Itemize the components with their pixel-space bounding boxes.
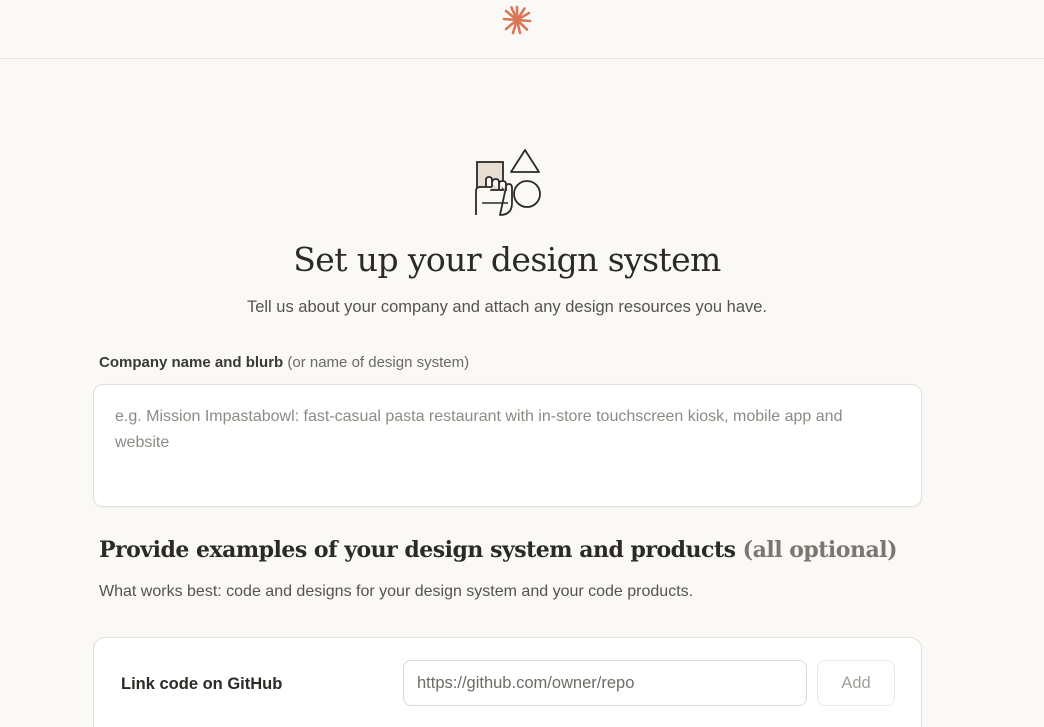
github-url-input[interactable] (403, 660, 807, 706)
company-field-label: Company name and blurb (or name of desig… (99, 354, 469, 371)
top-bar (0, 0, 1044, 59)
examples-section-subtitle: What works best: code and designs for yo… (99, 583, 694, 600)
page-title: Set up your design system (293, 240, 721, 279)
company-blurb-field-container (93, 384, 922, 507)
github-link-label: Link code on GitHub (121, 675, 283, 693)
add-github-link-button[interactable]: Add (817, 660, 895, 706)
hand-holding-shapes-icon (475, 149, 541, 216)
company-field-label-strong: Company name and blurb (99, 354, 284, 371)
examples-section-title-main: Provide examples of your design system a… (99, 537, 736, 563)
asterisk-burst-icon[interactable] (501, 4, 533, 36)
page-subtitle: Tell us about your company and attach an… (246, 298, 768, 316)
company-blurb-input[interactable] (94, 385, 921, 506)
examples-section-title-note: (all optional) (742, 537, 898, 563)
company-field-label-note: (or name of design system) (287, 354, 470, 371)
github-link-card: Link code on GitHub Add (93, 637, 922, 727)
examples-section-title: Provide examples of your design system a… (99, 537, 897, 563)
